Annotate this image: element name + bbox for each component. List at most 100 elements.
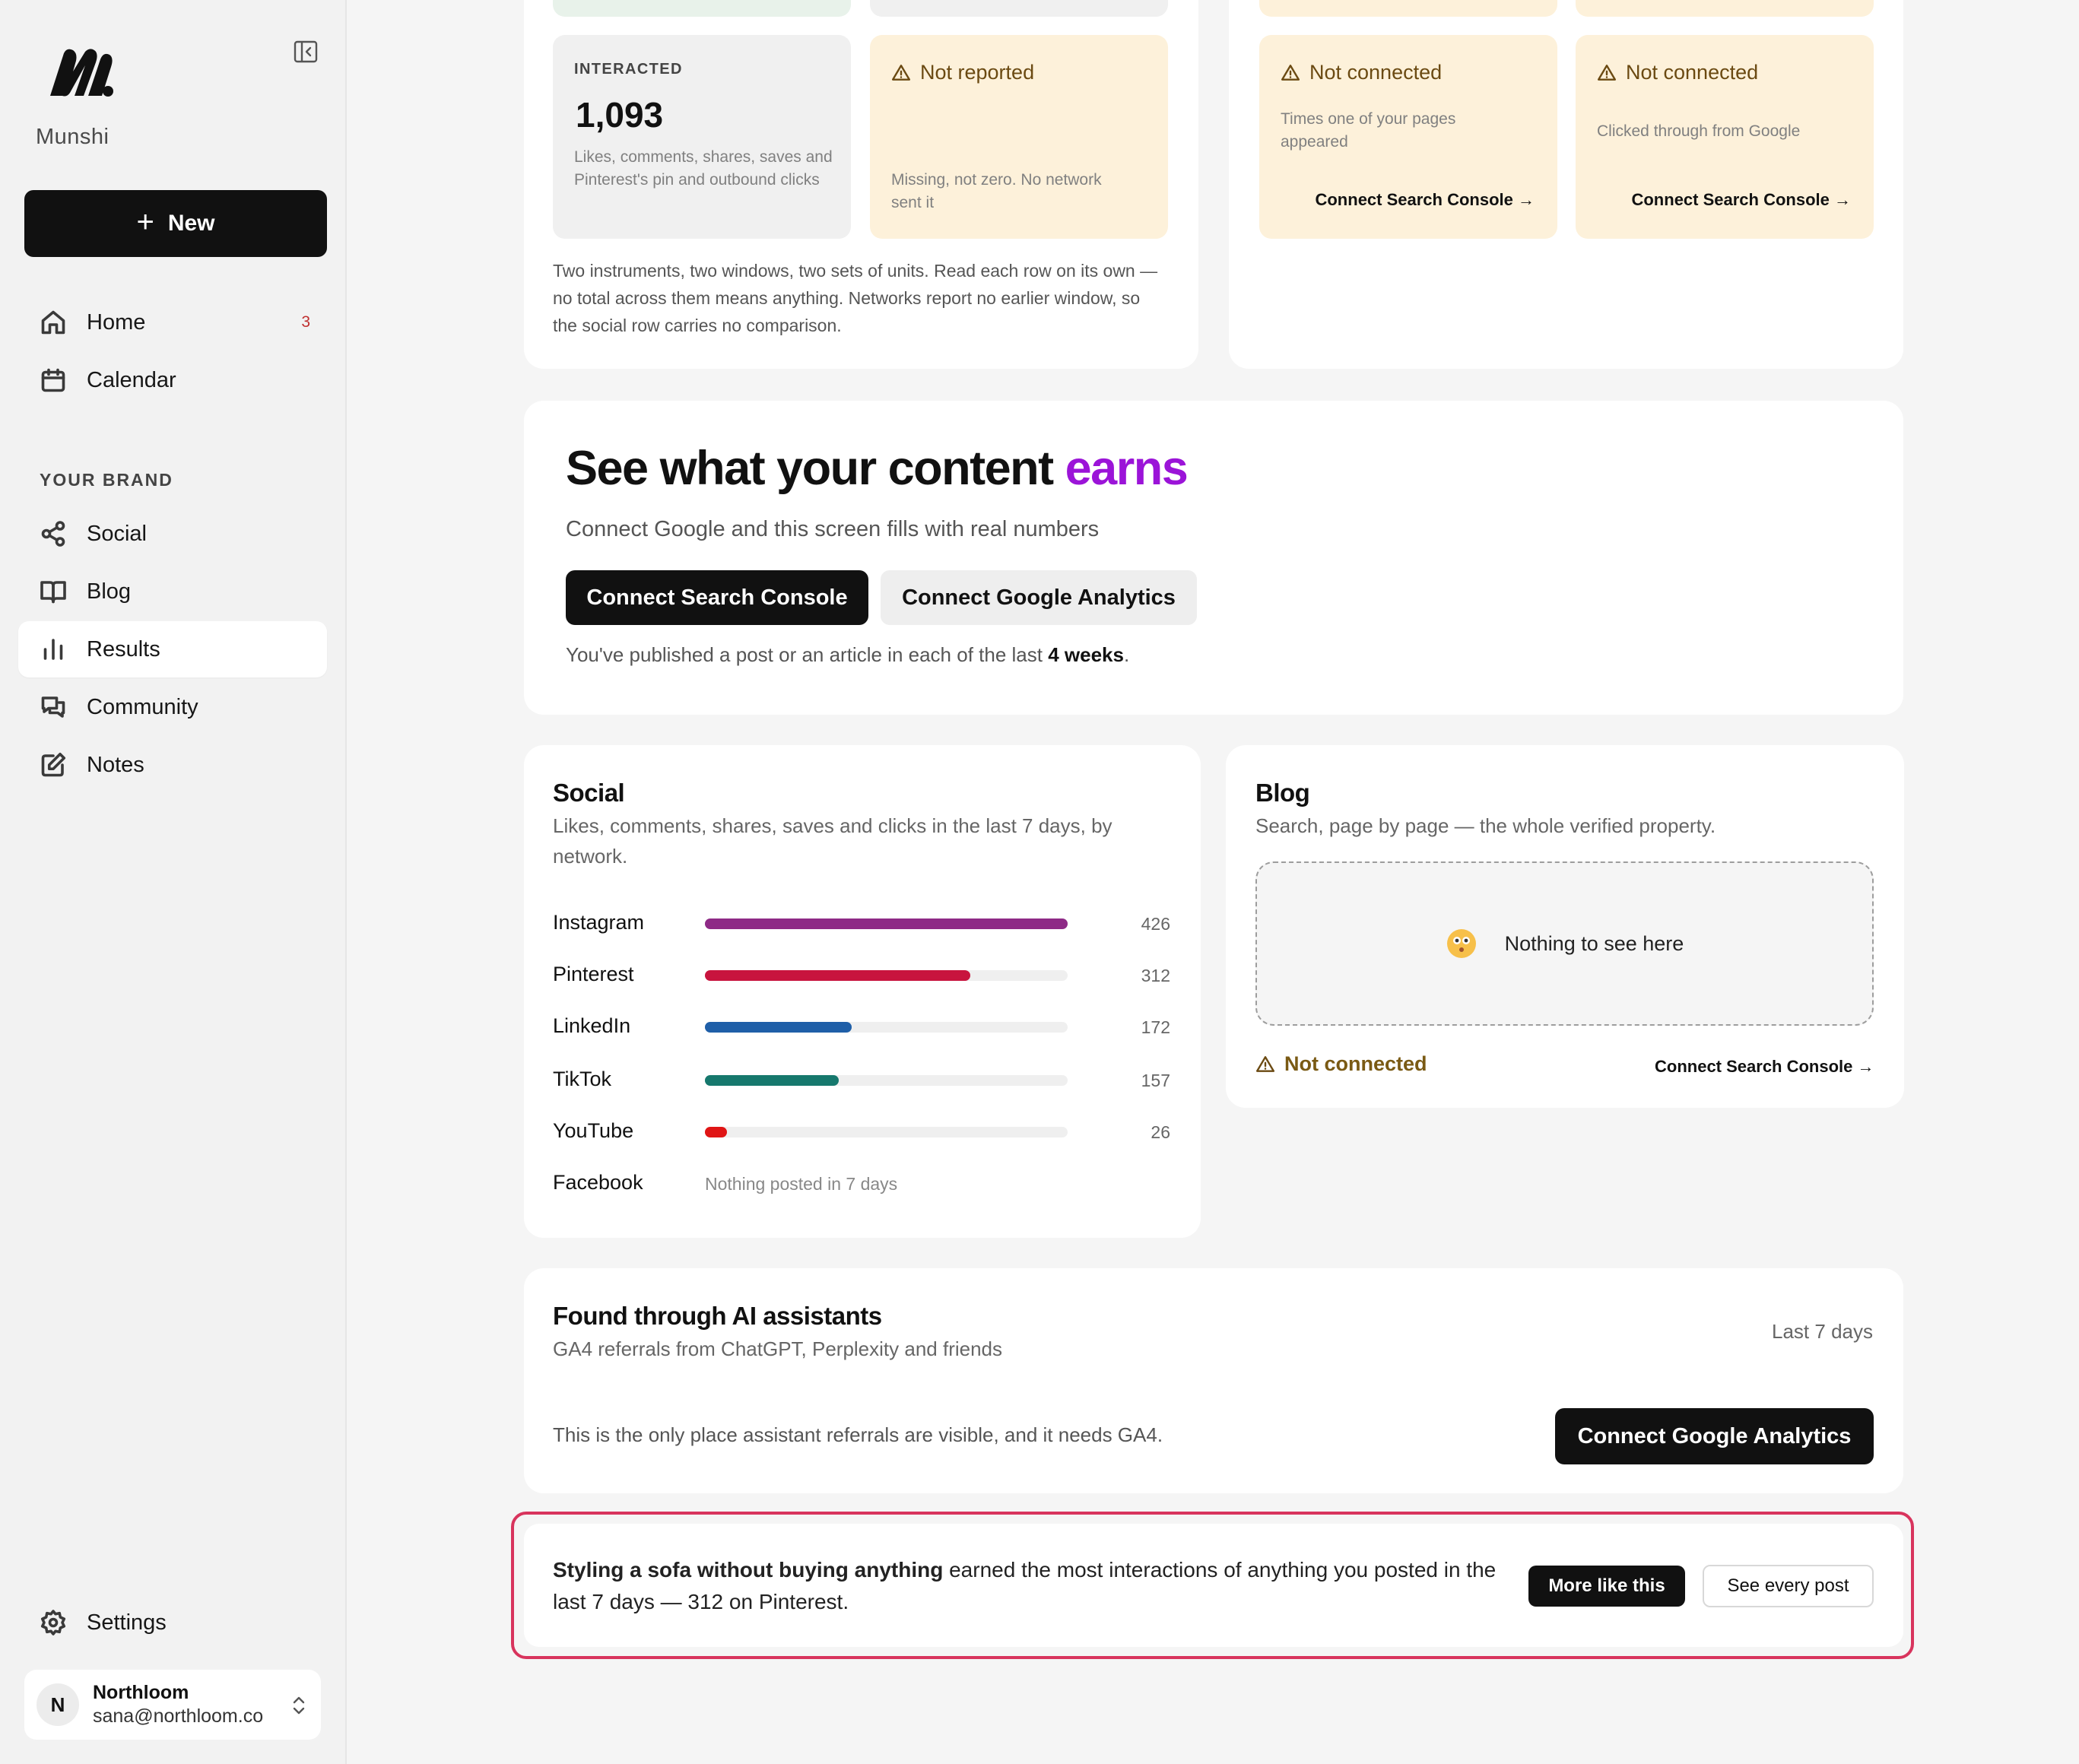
chat-icon bbox=[41, 696, 65, 718]
network-value: 172 bbox=[1141, 1017, 1170, 1037]
nav-item-community[interactable]: Community bbox=[18, 679, 327, 735]
connect-search-console-button[interactable]: Connect Search Console bbox=[566, 570, 868, 625]
connect-search-console-link[interactable]: Connect Search Console → bbox=[1631, 190, 1851, 210]
bar-fill bbox=[705, 1022, 852, 1033]
nav-item-calendar[interactable]: Calendar bbox=[18, 352, 327, 408]
network-value: 312 bbox=[1141, 966, 1170, 985]
blog-empty-state: Nothing to see here bbox=[1255, 861, 1874, 1026]
tile-description: Missing, not zero. No network sent it bbox=[891, 171, 1102, 211]
reach-card: INTERACTED 1,093 Likes, comments, shares… bbox=[524, 0, 1198, 369]
bar-track bbox=[705, 1022, 1068, 1033]
nav-item-settings[interactable]: Settings bbox=[18, 1594, 327, 1651]
munshi-logo[interactable] bbox=[47, 46, 116, 99]
tile-status: Not connected bbox=[1597, 61, 1758, 84]
network-row: LinkedIn 172 bbox=[553, 1011, 1170, 1042]
warning-icon bbox=[1597, 64, 1617, 81]
hero-subtitle: Connect Google and this screen fills wit… bbox=[566, 517, 1100, 541]
nav-item-label: Social bbox=[87, 521, 147, 546]
sidebar: Munshi + New Home 3 Calendar YOUR BRAND … bbox=[0, 0, 347, 1764]
interacted-tile: INTERACTED 1,093 Likes, comments, shares… bbox=[553, 35, 851, 239]
tile-status: Not reported bbox=[891, 61, 1034, 84]
blog-subtitle: Search, page by page — the whole verifie… bbox=[1255, 814, 1716, 837]
account-email: sana@northloom.co bbox=[93, 1705, 264, 1727]
social-subtitle: Likes, comments, shares, saves and click… bbox=[553, 814, 1113, 868]
hero-title-main: See what your content bbox=[566, 442, 1054, 495]
interacted-value: 1,093 bbox=[576, 95, 664, 135]
streak-prefix: You've published a post or an article in… bbox=[566, 643, 1043, 666]
tile-partial-top bbox=[553, 0, 851, 17]
streak-suffix: . bbox=[1123, 643, 1130, 666]
edit-icon bbox=[41, 752, 66, 777]
network-empty-note: Nothing posted in 7 days bbox=[705, 1174, 898, 1194]
ai-subtitle: GA4 referrals from ChatGPT, Perplexity a… bbox=[553, 1337, 1003, 1360]
ai-body: This is the only place assistant referra… bbox=[553, 1423, 1163, 1446]
blog-title: Blog bbox=[1255, 779, 1310, 807]
nav-item-label: Community bbox=[87, 694, 198, 719]
clicks-tile: Not connected Clicked through from Googl… bbox=[1576, 35, 1874, 239]
account-switcher[interactable]: N Northloom sana@northloom.co bbox=[24, 1670, 321, 1740]
network-name: Instagram bbox=[553, 911, 645, 934]
home-badge: 3 bbox=[301, 313, 310, 331]
tile-label: INTERACTED bbox=[574, 61, 683, 78]
nav-item-blog[interactable]: Blog bbox=[18, 563, 327, 620]
social-title: Social bbox=[553, 779, 625, 807]
nav-item-home[interactable]: Home 3 bbox=[18, 294, 327, 351]
not-reported-tile: Not reported Missing, not zero. No netwo… bbox=[870, 35, 1168, 239]
section-label: YOUR BRAND bbox=[40, 470, 173, 490]
nav-item-social[interactable]: Social bbox=[18, 506, 327, 562]
blog-status-label: Not connected bbox=[1284, 1052, 1427, 1075]
new-button[interactable]: + New bbox=[24, 190, 327, 257]
nav-item-results[interactable]: Results bbox=[18, 621, 327, 677]
home-icon bbox=[41, 310, 65, 335]
bar-track bbox=[705, 918, 1068, 929]
collapse-sidebar-icon[interactable] bbox=[292, 40, 319, 64]
reach-note: Two instruments, two windows, two sets o… bbox=[553, 261, 1158, 335]
tile-status-label: Not connected bbox=[1309, 61, 1443, 84]
tile-description: Times one of your pages appeared bbox=[1281, 110, 1456, 151]
book-icon bbox=[40, 581, 66, 604]
chevron-up-down-icon bbox=[293, 1696, 305, 1715]
bar-track bbox=[705, 970, 1068, 981]
bar-fill bbox=[705, 918, 1068, 929]
network-row: YouTube 26 bbox=[553, 1116, 1170, 1147]
hero-title-accent: earns bbox=[1065, 442, 1189, 495]
connect-google-analytics-button[interactable]: Connect Google Analytics bbox=[881, 570, 1197, 625]
tile-partial-top bbox=[870, 0, 1168, 17]
network-name: YouTube bbox=[553, 1119, 634, 1142]
impressions-tile: Not connected Times one of your pages ap… bbox=[1259, 35, 1557, 239]
avatar: N bbox=[37, 1683, 79, 1726]
nav-item-label: Home bbox=[87, 309, 146, 335]
connect-search-console-link[interactable]: Connect Search Console → bbox=[1655, 1057, 1874, 1077]
network-name: Pinterest bbox=[553, 963, 634, 985]
tile-description: Clicked through from Google bbox=[1597, 122, 1801, 140]
brand-name: Munshi bbox=[36, 125, 110, 149]
ai-period: Last 7 days bbox=[1772, 1320, 1873, 1343]
surprised-face-icon bbox=[1446, 929, 1476, 958]
network-name: LinkedIn bbox=[553, 1014, 631, 1037]
bar-fill bbox=[705, 1075, 839, 1086]
tile-partial-top bbox=[1259, 0, 1557, 17]
gear-icon bbox=[40, 1610, 66, 1636]
nav-item-label: Calendar bbox=[87, 367, 176, 392]
plus-icon: + bbox=[136, 205, 154, 239]
nav-item-label: Notes bbox=[87, 752, 144, 777]
network-name: TikTok bbox=[553, 1068, 612, 1090]
hero-title: See what your content earns bbox=[566, 441, 1189, 496]
connect-google-analytics-button[interactable]: Connect Google Analytics bbox=[1555, 1408, 1874, 1464]
nav-item-notes[interactable]: Notes bbox=[18, 737, 327, 793]
nav-item-label: Results bbox=[87, 636, 160, 662]
nav-item-label: Settings bbox=[87, 1610, 167, 1635]
highlight-outline bbox=[511, 1512, 1914, 1659]
tile-status-label: Not connected bbox=[1626, 61, 1759, 84]
nav-item-label: Blog bbox=[87, 579, 132, 604]
connect-search-console-link[interactable]: Connect Search Console → bbox=[1315, 190, 1535, 210]
network-value: 157 bbox=[1141, 1071, 1170, 1090]
network-value: 26 bbox=[1151, 1122, 1170, 1142]
warning-icon bbox=[1255, 1055, 1275, 1072]
calendar-icon bbox=[41, 368, 65, 392]
account-name: Northloom bbox=[93, 1682, 189, 1703]
blog-status: Not connected bbox=[1255, 1052, 1427, 1076]
bar-fill bbox=[705, 970, 971, 981]
tile-status: Not connected bbox=[1281, 61, 1442, 84]
search-card: Not connected Times one of your pages ap… bbox=[1229, 0, 1903, 369]
